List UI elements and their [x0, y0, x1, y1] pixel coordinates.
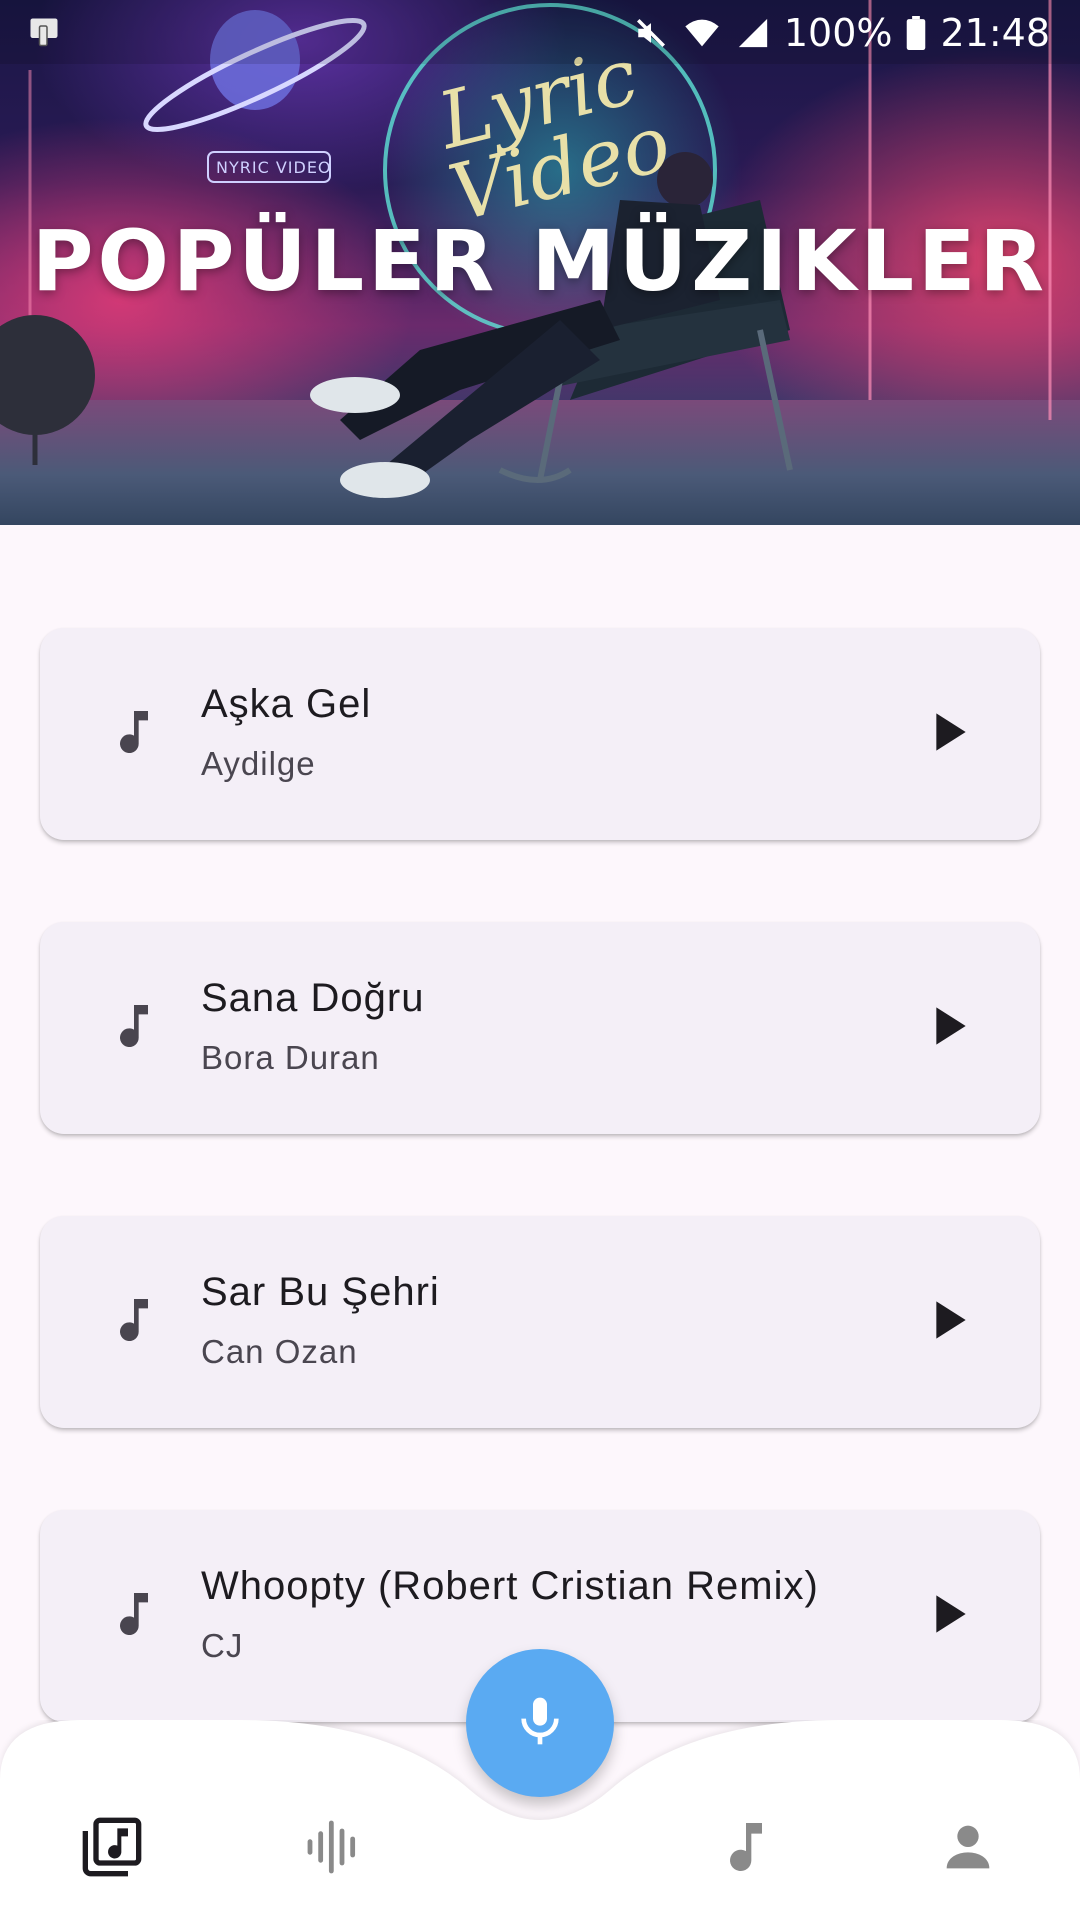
music-note-icon — [106, 1292, 162, 1353]
person-icon[interactable] — [936, 1815, 1000, 1879]
screen-cast-icon — [26, 14, 62, 55]
battery-percent: 100% — [783, 11, 893, 55]
music-library-icon[interactable] — [80, 1815, 144, 1879]
wifi-icon — [682, 16, 722, 50]
play-icon[interactable] — [915, 1288, 979, 1352]
signal-icon — [736, 16, 770, 50]
music-note-icon — [106, 704, 162, 765]
play-icon[interactable] — [915, 700, 979, 764]
music-note-icon — [106, 998, 162, 1059]
song-artist: Can Ozan — [201, 1333, 358, 1370]
music-note-icon[interactable] — [714, 1815, 778, 1879]
battery-icon — [906, 16, 926, 50]
page-title: POPÜLER MÜZIKLER — [31, 212, 1049, 310]
song-title: Whoopty (Robert Cristian Remix) — [201, 1564, 819, 1608]
song-card[interactable]: Sar Bu Şehri Can Ozan — [40, 1216, 1040, 1428]
song-title: Sar Bu Şehri — [201, 1270, 440, 1314]
music-note-icon — [106, 1586, 162, 1647]
clock: 21:48 — [940, 11, 1050, 55]
hero-art-badge: NYRIC VIDEO — [216, 158, 332, 177]
song-artist: CJ — [201, 1627, 244, 1664]
hero-banner: Lyric Video NYRIC VIDEO POPÜLER MÜZIKLER — [0, 0, 1080, 525]
waveform-icon[interactable] — [302, 1815, 366, 1879]
song-artist: Bora Duran — [201, 1039, 380, 1076]
song-card[interactable]: Sana Doğru Bora Duran — [40, 922, 1040, 1134]
play-icon[interactable] — [915, 994, 979, 1058]
status-bar: 100% 21:48 — [0, 0, 1080, 64]
mute-icon — [634, 16, 668, 50]
microphone-button[interactable] — [466, 1649, 614, 1797]
song-artist: Aydilge — [201, 745, 316, 782]
song-card[interactable]: Aşka Gel Aydilge — [40, 628, 1040, 840]
microphone-icon — [512, 1693, 568, 1754]
play-icon[interactable] — [915, 1582, 979, 1646]
song-title: Sana Doğru — [201, 976, 425, 1020]
song-title: Aşka Gel — [201, 682, 372, 726]
